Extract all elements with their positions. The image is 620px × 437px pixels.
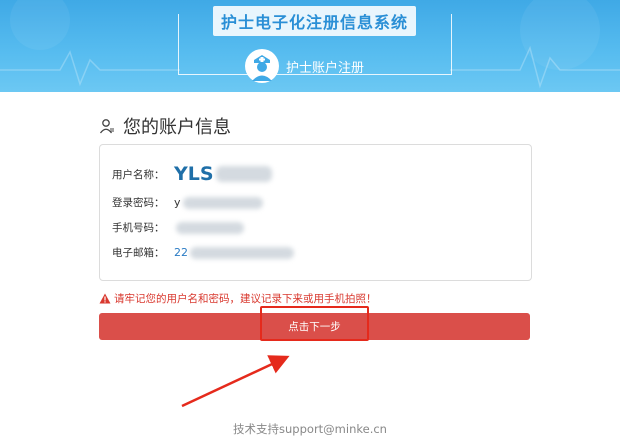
subtitle-text: 护士账户注册	[286, 60, 365, 76]
footer-support: 技术支持support@minke.cn	[233, 422, 387, 436]
system-title: 护士电子化注册信息系统	[213, 6, 416, 36]
redacted-password	[182, 196, 263, 209]
phone-label: 手机号码：	[112, 222, 165, 234]
section-header: 您的账户信息	[99, 113, 231, 139]
account-info-card: 用户名称： YLS 登录密码： y 手机号码： 电子邮箱： 22	[99, 144, 532, 281]
username-row: 用户名称： YLS	[112, 163, 272, 185]
redacted-username	[215, 166, 272, 182]
redacted-email	[190, 246, 294, 259]
subtitle-row: 护士账户注册	[244, 48, 364, 84]
nurse-icon	[245, 49, 279, 83]
redacted-phone	[176, 221, 244, 234]
username-value: YLS	[174, 163, 214, 185]
password-value: y	[174, 196, 181, 209]
phone-row: 手机号码：	[112, 220, 244, 235]
next-step-button[interactable]: 点击下一步	[99, 313, 530, 340]
next-step-label: 点击下一步	[288, 321, 341, 333]
system-title-text: 护士电子化注册信息系统	[220, 13, 408, 32]
password-label: 登录密码：	[112, 197, 165, 209]
warning-text: 请牢记您的用户名和密码，建议记录下来或用手机拍照！	[114, 293, 377, 305]
main-content: 您的账户信息 用户名称： YLS 登录密码： y 手机号码： 电子邮箱： 22	[0, 92, 620, 437]
header-banner: 护士电子化注册信息系统 护士账户注册	[0, 0, 620, 92]
section-title: 您的账户信息	[123, 117, 231, 138]
password-row: 登录密码： y	[112, 195, 263, 210]
warning-message: 请牢记您的用户名和密码，建议记录下来或用手机拍照！	[99, 291, 377, 306]
username-label: 用户名称：	[112, 168, 165, 181]
warning-icon	[99, 293, 111, 304]
email-value: 22	[174, 246, 188, 259]
email-label: 电子邮箱：	[112, 247, 165, 259]
email-row: 电子邮箱： 22	[112, 245, 294, 260]
user-icon	[99, 119, 114, 134]
